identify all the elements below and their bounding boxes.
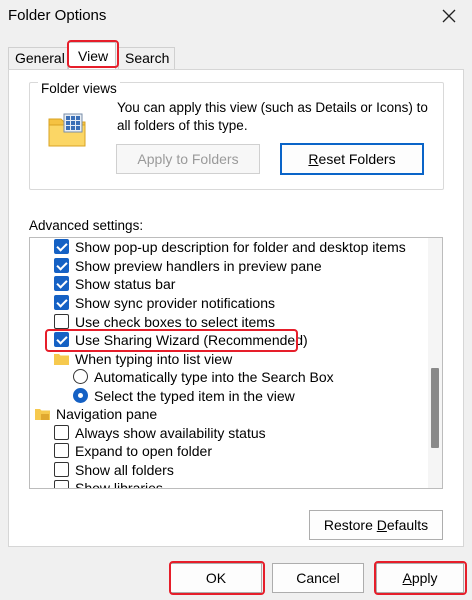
restore-defaults-button[interactable]: Restore Defaults bbox=[309, 510, 443, 540]
tree-item-label: Show preview handlers in preview pane bbox=[75, 257, 322, 274]
tree-item-label: Show sync provider notifications bbox=[75, 294, 275, 311]
highlight-apply-button bbox=[374, 561, 467, 595]
checkbox-checked[interactable] bbox=[54, 258, 69, 273]
checkbox-checked[interactable] bbox=[54, 295, 69, 310]
checkbox-unchecked[interactable] bbox=[54, 425, 69, 440]
apply-to-folders-button[interactable]: Apply to Folders bbox=[116, 144, 260, 174]
tree-item-label: Show status bar bbox=[75, 275, 176, 292]
tree-group: Navigation pane bbox=[35, 404, 157, 423]
apply-to-folders-label: Apply to Folders bbox=[137, 151, 239, 167]
tree-item-label: Expand to open folder bbox=[75, 442, 212, 459]
view-tab-panel: Folder views You can apply this view (su… bbox=[8, 69, 464, 547]
cancel-label: Cancel bbox=[296, 570, 340, 586]
tree-item[interactable]: Show preview handlers in preview pane bbox=[54, 256, 322, 275]
tree-item[interactable]: Show pop-up description for folder and d… bbox=[54, 238, 406, 256]
tree-item[interactable]: Show libraries bbox=[54, 478, 163, 489]
folder-icon bbox=[35, 408, 50, 420]
tree-item-label: Always show availability status bbox=[75, 424, 266, 441]
tree-item[interactable]: Always show availability status bbox=[54, 423, 266, 442]
checkbox-unchecked[interactable] bbox=[54, 462, 69, 477]
highlight-sharing-wizard bbox=[45, 329, 298, 352]
window-title: Folder Options bbox=[8, 7, 107, 24]
folder-views-description: You can apply this view (such as Details… bbox=[117, 100, 428, 133]
tab-general-label: General bbox=[15, 50, 65, 66]
tree-item[interactable]: Show sync provider notifications bbox=[54, 293, 275, 312]
title-bar: Folder Options bbox=[0, 0, 472, 34]
highlight-ok-button bbox=[169, 561, 265, 595]
tree-scrollbar[interactable] bbox=[428, 238, 442, 488]
reset-folders-button[interactable]: Reset Folders bbox=[280, 143, 424, 175]
highlight-view-tab bbox=[67, 40, 119, 68]
folder-views-title: Folder views bbox=[38, 81, 120, 96]
tree-item-label: Show pop-up description for folder and d… bbox=[75, 238, 406, 255]
advanced-settings-label: Advanced settings: bbox=[29, 218, 144, 233]
tree-item-label: Select the typed item in the view bbox=[94, 387, 295, 404]
checkbox-checked[interactable] bbox=[54, 276, 69, 291]
tab-general[interactable]: General bbox=[8, 47, 68, 69]
tree-item-label: Show libraries bbox=[75, 479, 163, 489]
close-button[interactable] bbox=[434, 2, 464, 30]
scrollbar-thumb[interactable] bbox=[431, 368, 439, 448]
tree-item[interactable]: Select the typed item in the view bbox=[73, 386, 295, 405]
tree-item-label: Automatically type into the Search Box bbox=[94, 368, 334, 385]
restore-defaults-label: Restore Defaults bbox=[323, 517, 429, 533]
tab-search[interactable]: Search bbox=[118, 47, 175, 69]
checkbox-checked[interactable] bbox=[54, 239, 69, 254]
cancel-button[interactable]: Cancel bbox=[272, 563, 364, 593]
tree-item-label: Show all folders bbox=[75, 461, 174, 478]
radio-selected[interactable] bbox=[73, 388, 88, 403]
tree-item[interactable]: Automatically type into the Search Box bbox=[73, 367, 334, 386]
reset-folders-label: Reset Folders bbox=[308, 151, 396, 167]
folder-views-icon bbox=[48, 113, 86, 147]
tree-item[interactable]: Show all folders bbox=[54, 460, 174, 479]
tree-item[interactable]: Expand to open folder bbox=[54, 441, 212, 460]
tree-item[interactable]: Show status bar bbox=[54, 274, 175, 293]
close-icon bbox=[442, 9, 456, 23]
checkbox-unchecked[interactable] bbox=[54, 443, 69, 458]
tab-search-label: Search bbox=[125, 50, 170, 66]
checkbox-unchecked[interactable] bbox=[54, 480, 69, 488]
radio-unselected[interactable] bbox=[73, 369, 88, 384]
folder-icon bbox=[54, 353, 69, 365]
advanced-settings-tree[interactable]: Show pop-up description for folder and d… bbox=[29, 237, 443, 489]
tree-group-label: Navigation pane bbox=[56, 405, 158, 422]
checkbox-unchecked[interactable] bbox=[54, 314, 69, 329]
tree-item-label: Use check boxes to select items bbox=[75, 313, 275, 330]
tree-group-label: When typing into list view bbox=[75, 350, 233, 367]
